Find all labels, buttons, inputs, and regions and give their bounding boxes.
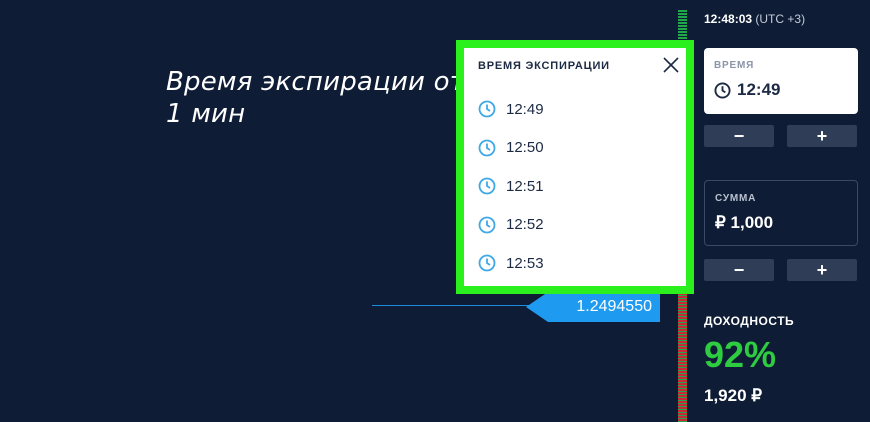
clock-icon [478, 139, 496, 157]
time-increase-button[interactable]: + [787, 125, 857, 147]
annotation-line-2: 1 мин [166, 99, 246, 129]
amount-decrease-button[interactable]: − [704, 259, 774, 281]
expiration-time-list: 12:49 12:50 12:51 12:52 12:53 [478, 90, 544, 283]
time-decrease-button[interactable]: − [704, 125, 774, 147]
price-line [372, 305, 532, 306]
amount-increase-button[interactable]: + [787, 259, 857, 281]
clock-icon [478, 254, 496, 272]
clock-icon [478, 216, 496, 234]
expiration-option-time: 12:49 [506, 100, 544, 118]
popup-title: ВРЕМЯ ЭКСПИРАЦИИ [478, 60, 610, 72]
expiration-option[interactable]: 12:50 [478, 129, 544, 168]
expiration-option[interactable]: 12:53 [478, 244, 544, 283]
expiration-option-time: 12:50 [506, 139, 544, 157]
expiration-time-popup: ВРЕМЯ ЭКСПИРАЦИИ 12:49 12:50 12:51 12:52… [456, 40, 694, 294]
trade-sidebar: 12:48:03 (UTC +3) ВРЕМЯ 12:49 − + СУММА … [692, 0, 870, 422]
expiration-option-time: 12:53 [506, 254, 544, 272]
expiration-time-label: ВРЕМЯ [714, 60, 755, 71]
expiration-time-value: 12:49 [737, 80, 781, 99]
amount-field[interactable]: СУММА ₽ 1,000 [704, 180, 858, 246]
expiration-option[interactable]: 12:51 [478, 167, 544, 206]
close-icon[interactable] [660, 54, 682, 76]
clock-icon [714, 81, 731, 99]
profit-label: ДОХОДНОСТЬ [704, 314, 795, 328]
server-time: 12:48:03 (UTC +3) [704, 12, 805, 26]
annotation-text: Время экспирации от 1 мин [166, 66, 465, 130]
profit-percent: 92% [704, 334, 777, 375]
clock-icon [478, 100, 496, 118]
expiration-time-value-row: 12:49 [714, 80, 780, 100]
server-time-value: 12:48:03 [704, 12, 753, 26]
clock-icon [478, 177, 496, 195]
server-timezone: (UTC +3) [755, 12, 806, 26]
expiration-option-time: 12:52 [506, 216, 544, 234]
expiration-option-time: 12:51 [506, 177, 544, 195]
current-price-tag: 1.2494550 [526, 292, 660, 322]
expiration-option[interactable]: 12:49 [478, 90, 544, 129]
amount-label: СУММА [715, 193, 757, 204]
expiration-time-field[interactable]: ВРЕМЯ 12:49 [704, 48, 858, 114]
expiration-option[interactable]: 12:52 [478, 206, 544, 245]
current-price-value: 1.2494550 [576, 298, 652, 315]
volume-bar-red [678, 290, 687, 422]
amount-value: ₽ 1,000 [715, 213, 774, 232]
annotation-line-1: Время экспирации от [166, 67, 466, 97]
profit-amount: 1,920 ₽ [704, 386, 763, 405]
